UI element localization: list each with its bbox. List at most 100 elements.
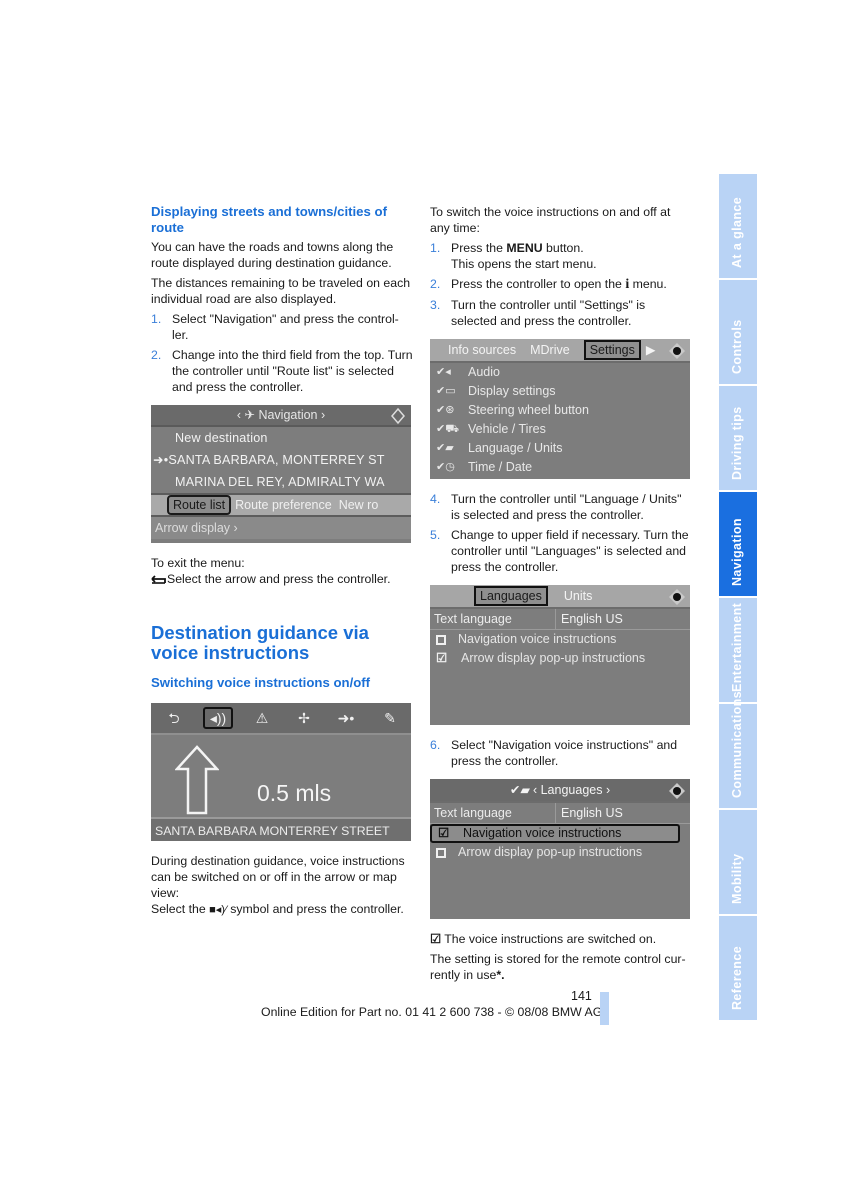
settings-item-language: ✔▰ Language / Units [430, 439, 690, 458]
step-2: 2. Press the controller to open the i me… [430, 277, 667, 292]
chapter-tab-navigation[interactable]: Navigation [719, 492, 757, 596]
exit-menu-label: To exit the menu: [151, 556, 245, 570]
settings-item-display: ✔▭ Display settings [430, 382, 690, 401]
checkbox-unchecked-icon [436, 847, 446, 858]
chapter-tab-communications[interactable]: Communications [719, 691, 757, 808]
audio-icon: ✔◂ [436, 366, 451, 378]
heading-displaying-streets: Displaying streets and towns/cities of r… [151, 204, 387, 235]
step-2: 2. Change into the third field from the t… [151, 348, 413, 394]
option-arrow-popup: ☑ Arrow display pop-up instructions [430, 649, 690, 668]
settings-item-steering: ✔⊛ Steering wheel button [430, 401, 690, 420]
tab-route-list: Route list [167, 495, 232, 515]
checkbox-checked-icon: ☑ [438, 826, 450, 840]
languages-title: ✔▰ ‹ Languages › [430, 779, 690, 803]
tab-settings: Settings [583, 340, 641, 360]
tab-mdrive: MDrive [530, 343, 570, 357]
direction-arrow-icon [175, 745, 219, 815]
navigation-screen-image: ‹ ✈ Navigation › New destination ➜•SANTA… [151, 405, 411, 543]
right-column: To switch the voice instructions on and … [430, 204, 692, 987]
warning-icon: ⚠ [255, 710, 269, 726]
language-icon: ✔▰ [436, 442, 454, 454]
paragraph-during-guidance: During destination guidance, voice instr… [151, 854, 405, 900]
tab-units: Units [563, 589, 593, 603]
language-icon: ✔▰ [509, 783, 530, 797]
vehicle-icon: ✔⛟ [436, 423, 460, 435]
back-arrow-icon: ⮌ [168, 710, 180, 726]
distance-readout: 0.5 mls [257, 780, 332, 806]
current-position-icon: ➜• [153, 453, 169, 467]
option-arrow-popup: Arrow display pop-up instructions [430, 843, 690, 862]
street-name: SANTA BARBARA MONTERREY STREET [151, 817, 411, 841]
chapter-tab-entertainment[interactable]: Entertainment [719, 598, 757, 702]
settings-item-vehicle: ✔⛟ Vehicle / Tires [430, 420, 690, 439]
text-language-row: Text language English US [430, 803, 690, 824]
speaker-mute-icon: ■◂)⁄ [209, 904, 227, 916]
page-marker [600, 992, 609, 1025]
paragraph-switch-any-time: To switch the voice instructions on and … [430, 205, 671, 235]
heading-destination-guidance-voice: Destination guidance via voice instructi… [151, 622, 369, 663]
step-6: 6. Select "Navigation voice instructions"… [430, 738, 678, 768]
page-number: 141 [571, 989, 592, 1003]
controller-knob-icon [669, 589, 685, 605]
chapter-tab-mobility[interactable]: Mobility [719, 810, 757, 914]
display-icon: ✔▭ [436, 385, 456, 397]
steps-route-list: 1. Select "Navigation" and press the cont… [151, 311, 413, 395]
step-1: 1. Select "Navigation" and press the cont… [151, 312, 399, 342]
chapter-tab-at-a-glance[interactable]: At a glance [719, 174, 757, 278]
steps-settings: 1. Press the MENU button. This opens the… [430, 240, 692, 329]
languages-selected-screen-image: ✔▰ ‹ Languages › Text language English US… [430, 779, 690, 919]
paragraph-roads-displayed: You can have the roads and towns along t… [151, 240, 394, 270]
checkbox-checked-icon: ☑ [430, 932, 442, 946]
checkbox-unchecked-icon [436, 634, 446, 645]
heading-switching-voice: Switching voice instructions on/off [151, 675, 371, 690]
settings-item-time: ✔◷ Time / Date [430, 458, 690, 477]
steps-language: 4. Turn the controller until "Language / … [430, 491, 692, 575]
clock-icon: ✔◷ [436, 461, 455, 473]
back-arrow-icon [151, 575, 166, 584]
checkbox-checked-icon: ☑ [436, 651, 448, 665]
speaker-voice-icon: ◂)) [203, 707, 233, 729]
nav-row-new-destination: New destination [175, 431, 268, 445]
controller-knob-icon [391, 407, 405, 425]
edition-footer: Online Edition for Part no. 01 41 2 600 … [261, 1005, 603, 1019]
option-navigation-voice: Navigation voice instructions [430, 630, 690, 649]
steps-select-voice: 6. Select "Navigation voice instructions"… [430, 737, 692, 769]
step-5: 5. Change to upper field if necessary. Tu… [430, 528, 689, 574]
steering-wheel-icon: ✔⊛ [436, 404, 455, 416]
route-dot-icon: ➜• [337, 710, 355, 726]
step-1: 1. Press the MENU button. This opens the… [430, 241, 597, 271]
scroll-right-icon: ▶ [645, 343, 656, 357]
tool-icon: ✎ [384, 710, 396, 726]
paragraph-select-symbol: Select the ■◂)⁄ symbol and press the con… [151, 902, 404, 916]
paragraph-setting-stored: The setting is stored for the remote con… [430, 952, 686, 982]
tab-languages: Languages [474, 586, 548, 606]
languages-tabs: Languages Units [430, 585, 690, 609]
exit-menu-text: Select the arrow and press the controlle… [151, 571, 413, 587]
settings-tabs: Info sources MDrive Settings ▶ [430, 339, 690, 363]
tab-new-route: New ro [338, 498, 379, 512]
step-4: 4. Turn the controller until "Language / … [430, 492, 682, 522]
chapter-tab-controls[interactable]: Controls [719, 280, 757, 384]
tab-route-preference: Route preference [235, 498, 332, 512]
traffic-icon: ✢ [298, 710, 310, 726]
controller-knob-icon [669, 343, 685, 359]
menu-button-label: MENU [506, 241, 543, 255]
nav-screen-title: ‹ ✈ Navigation › [151, 405, 411, 427]
option-navigation-voice-selected: ☑ Navigation voice instructions [430, 824, 680, 843]
chapter-tabs: At a glance Controls Driving tips Naviga… [719, 174, 757, 1022]
step-3: 3. Turn the controller until "Settings" … [430, 298, 646, 328]
arrow-view-screen-image: ⮌ ◂)) ⚠ ✢ ➜• ✎ 0.5 mls SANTA BARBARA MON… [151, 703, 411, 841]
nav-tabs: Route list Route preference New ro [151, 493, 411, 517]
result-text: ☑ The voice instructions are switched on… [430, 932, 657, 946]
settings-screen-image: Info sources MDrive Settings ▶ ✔◂ Audio ✔… [430, 339, 690, 479]
left-column: Displaying streets and towns/cities of r… [151, 204, 413, 922]
arrow-view-toolbar: ⮌ ◂)) ⚠ ✢ ➜• ✎ [151, 703, 411, 735]
nav-row-current: ➜•SANTA BARBARA, MONTERREY ST [153, 453, 385, 467]
tab-info-sources: Info sources [448, 343, 517, 357]
chapter-tab-driving-tips[interactable]: Driving tips [719, 386, 757, 490]
text-language-row: Text language English US [430, 609, 690, 630]
controller-knob-icon [669, 783, 685, 799]
info-menu-icon: i [625, 277, 630, 292]
nav-arrow-display: Arrow display › [151, 517, 411, 539]
chapter-tab-reference[interactable]: Reference [719, 916, 757, 1020]
